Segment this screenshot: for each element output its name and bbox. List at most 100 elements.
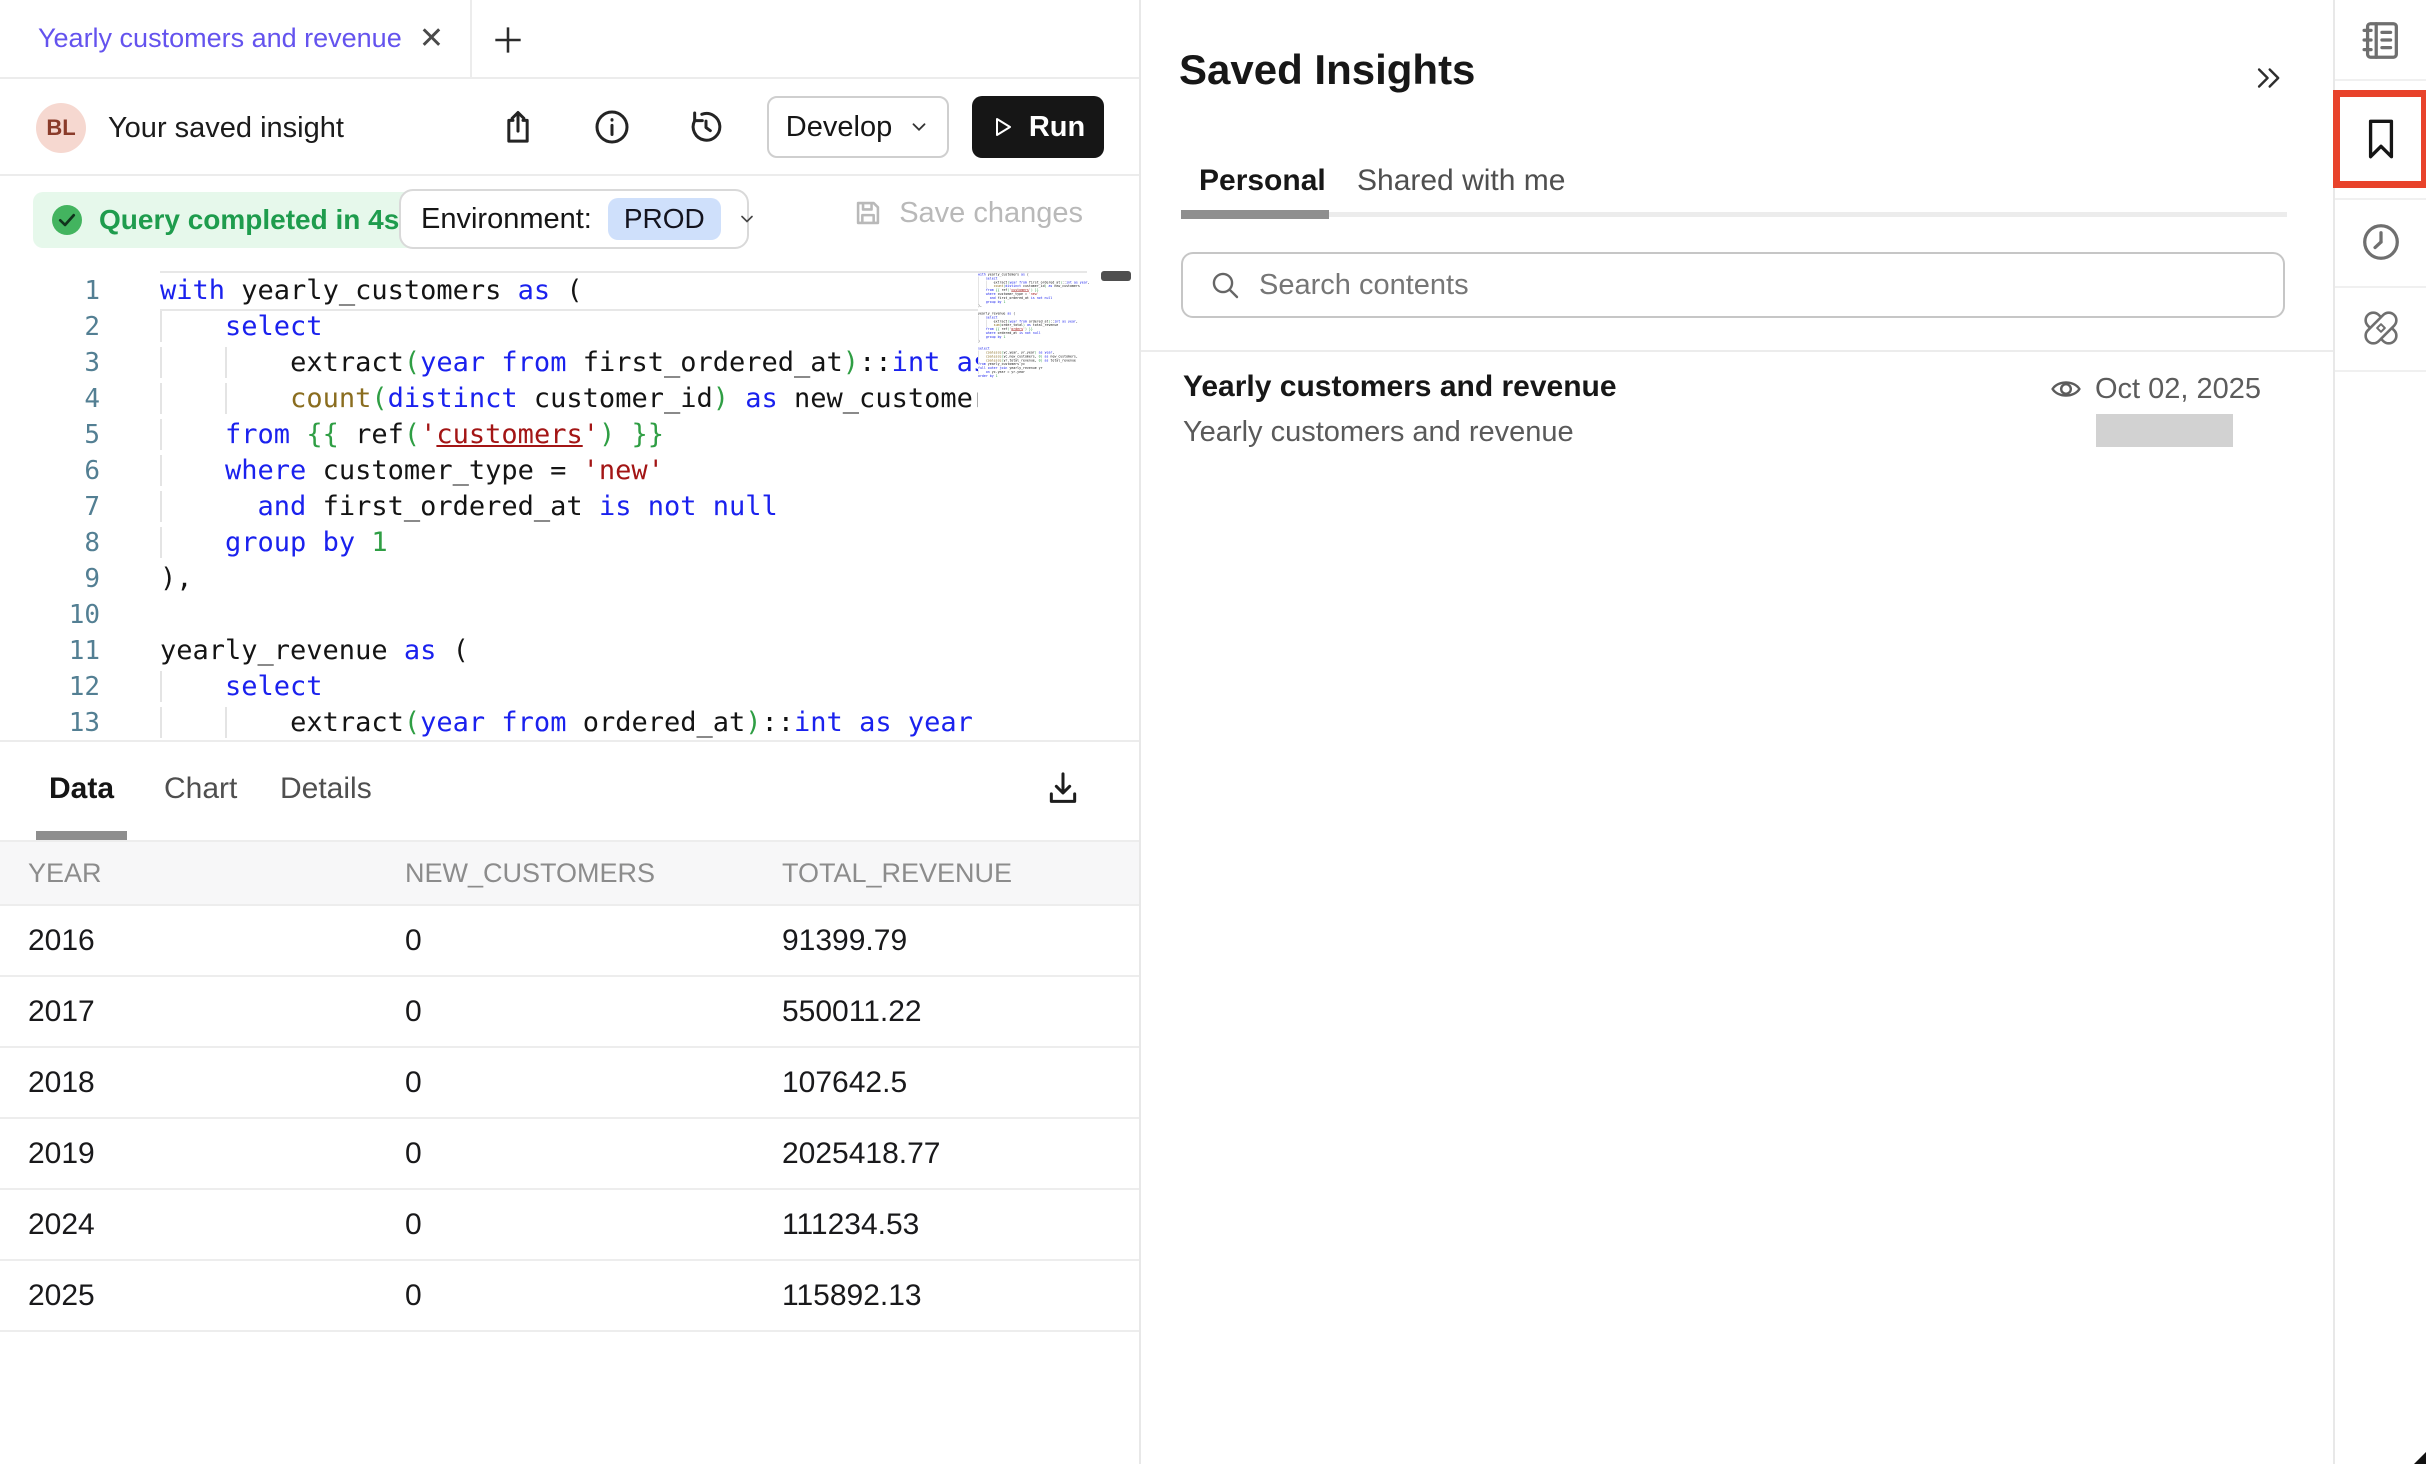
download-icon xyxy=(1043,768,1083,808)
code-editor[interactable]: with yearly_customers as ( select extrac… xyxy=(160,273,1087,740)
table-cell: 0 xyxy=(377,905,754,976)
table-row: 20170550011.22 xyxy=(0,976,1139,1047)
tab-title: Yearly customers and revenue xyxy=(38,23,405,54)
collapse-panel-button[interactable] xyxy=(2247,56,2291,100)
code-line: count(distinct customer_id) as new_custo… xyxy=(160,381,1087,417)
run-button[interactable]: Run xyxy=(972,96,1104,158)
code-line: ), xyxy=(160,561,1087,597)
table-cell: 115892.13 xyxy=(754,1260,1139,1331)
eye-icon xyxy=(2049,372,2083,406)
run-label: Run xyxy=(1029,111,1085,144)
results-table: YEARNEW_CUSTOMERSTOTAL_REVENUE 201609139… xyxy=(0,840,1139,1332)
tab-details[interactable]: Details xyxy=(280,772,372,806)
save-changes-button[interactable]: Save changes xyxy=(851,196,1083,230)
table-cell: 0 xyxy=(377,1118,754,1189)
table-column-header: TOTAL_REVENUE xyxy=(754,841,1139,905)
panel-title: Saved Insights xyxy=(1179,46,1475,94)
share-button[interactable] xyxy=(496,105,540,149)
table-cell: 2025418.77 xyxy=(754,1118,1139,1189)
code-line: yearly_revenue as ( xyxy=(160,633,1087,669)
loading-skeleton xyxy=(2096,414,2233,447)
table-cell: 0 xyxy=(377,1260,754,1331)
search-input[interactable] xyxy=(1259,269,2263,302)
tab-chart[interactable]: Chart xyxy=(164,772,237,806)
avatar: BL xyxy=(36,103,86,153)
sidebar-item-saved-insights[interactable] xyxy=(2333,90,2426,188)
editor-minimap[interactable]: with yearly_customers as ( select extrac… xyxy=(978,273,1136,735)
environment-value-badge: PROD xyxy=(608,198,721,240)
share-icon xyxy=(498,107,538,147)
close-tab-icon[interactable]: ✕ xyxy=(419,21,444,56)
table-cell: 2025 xyxy=(0,1260,377,1331)
line-number: 11 xyxy=(0,633,100,669)
notebook-icon xyxy=(2358,17,2404,63)
table-row: 2016091399.79 xyxy=(0,905,1139,976)
save-changes-label: Save changes xyxy=(899,197,1083,230)
results-panel: Data Chart Details YEARNEW_CUSTOMERSTOTA… xyxy=(0,740,1139,1464)
list-item[interactable]: Yearly customers and revenue Oct 02, 202… xyxy=(1141,352,2333,482)
chevron-down-icon xyxy=(737,209,757,229)
table-cell: 111234.53 xyxy=(754,1189,1139,1260)
code-line: with yearly_customers as ( xyxy=(160,273,1087,309)
editor-panel: Yearly customers and revenue ✕ BL Your s… xyxy=(0,0,1139,1464)
table-cell: 0 xyxy=(377,1189,754,1260)
code-line: from {{ ref('customers') }} xyxy=(160,417,1087,453)
table-cell: 550011.22 xyxy=(754,976,1139,1047)
table-row: 20250115892.13 xyxy=(0,1260,1139,1331)
line-number: 4 xyxy=(0,381,100,417)
active-tab-underline xyxy=(36,831,127,840)
code-line: extract(year from first_ordered_at)::int… xyxy=(160,345,1087,381)
new-tab-button[interactable] xyxy=(486,18,530,62)
scrollbar-thumb[interactable] xyxy=(1101,271,1131,281)
code-line: and first_ordered_at is not null xyxy=(160,489,1087,525)
double-chevron-right-icon xyxy=(2252,61,2286,95)
table-cell: 2016 xyxy=(0,905,377,976)
sql-editor[interactable]: 1234567891011121314151617181920212223242… xyxy=(0,264,1139,740)
develop-label: Develop xyxy=(786,111,892,144)
line-number: 9 xyxy=(0,561,100,597)
line-number: 7 xyxy=(0,489,100,525)
check-circle-icon xyxy=(49,202,85,238)
tab-shared-with-me[interactable]: Shared with me xyxy=(1357,164,1565,198)
list-item-meta: Oct 02, 2025 xyxy=(2049,372,2261,406)
code-line: extract(year from ordered_at)::int as ye… xyxy=(160,705,1087,740)
line-number: 12 xyxy=(0,669,100,705)
info-button[interactable] xyxy=(590,105,634,149)
search-icon xyxy=(1209,269,1241,301)
line-number-gutter: 1234567891011121314151617181920212223242… xyxy=(0,273,100,740)
line-number: 5 xyxy=(0,417,100,453)
line-number: 8 xyxy=(0,525,100,561)
sidebar-item-notebook[interactable] xyxy=(2335,0,2426,79)
sidebar-item-history[interactable] xyxy=(2335,198,2426,286)
table-cell: 2019 xyxy=(0,1118,377,1189)
table-cell: 0 xyxy=(377,976,754,1047)
tab-data[interactable]: Data xyxy=(49,772,114,806)
status-bar: Query completed in 4s Environment: PROD … xyxy=(0,176,1139,264)
history-button[interactable] xyxy=(684,105,728,149)
right-sidebar xyxy=(2335,0,2426,1464)
table-row: 20180107642.5 xyxy=(0,1047,1139,1118)
develop-dropdown[interactable]: Develop xyxy=(767,96,949,158)
search-box[interactable] xyxy=(1181,252,2285,318)
sidebar-item-explore[interactable] xyxy=(2335,286,2426,370)
compass-icon xyxy=(2357,304,2405,352)
line-number: 1 xyxy=(0,273,100,309)
code-line: select xyxy=(160,309,1087,345)
table-cell: 2017 xyxy=(0,976,377,1047)
environment-selector[interactable]: Environment: PROD xyxy=(399,189,749,249)
tab-bar: Yearly customers and revenue ✕ xyxy=(0,0,1139,79)
tab-personal[interactable]: Personal xyxy=(1199,164,1326,198)
code-line: group by 1 xyxy=(160,525,1087,561)
download-button[interactable] xyxy=(1041,766,1085,810)
line-number: 3 xyxy=(0,345,100,381)
results-tab-bar: Data Chart Details xyxy=(0,742,1139,840)
tab-yearly-customers-and-revenue[interactable]: Yearly customers and revenue ✕ xyxy=(0,0,472,77)
code-line: select xyxy=(160,669,1087,705)
list-item-date: Oct 02, 2025 xyxy=(2095,373,2261,406)
chevron-down-icon xyxy=(908,116,930,138)
toolbar: BL Your saved insight Develop xyxy=(0,79,1139,176)
tab-underline-track xyxy=(1181,212,2287,217)
code-line: where customer_type = 'new' xyxy=(160,453,1087,489)
table-cell: 0 xyxy=(377,1047,754,1118)
divider xyxy=(2335,79,2426,81)
